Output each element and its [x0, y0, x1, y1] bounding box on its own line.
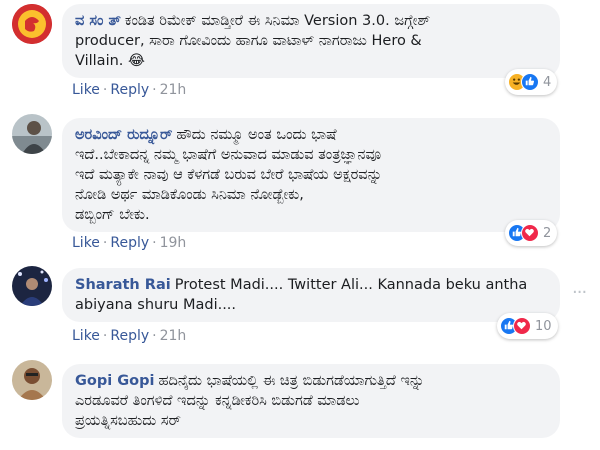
comment-bubble: ವ ಸಂ ತ್ ಕಂಡಿತ ರಿಮೇಕ್ ಮಾಡ್ತೀರೆ ಈ ಸಿನಿಮಾ Ve…	[62, 4, 560, 78]
separator: ·	[152, 328, 157, 344]
comment-line: ಹದಿನೈದು ಭಾಷೆಯಲ್ಲಿ ಈ ಚಿತ್ರ ಬಿಡುಗಡೆಯಾಗುತ್ತ…	[158, 373, 425, 389]
love-reaction-icon	[513, 317, 531, 335]
comment-bubble: Gopi Gopi ಹದಿನೈದು ಭಾಷೆಯಲ್ಲಿ ಈ ಚಿತ್ರ ಬಿಡುಗ…	[62, 364, 560, 438]
like-link[interactable]: Like	[72, 328, 100, 344]
separator: ·	[152, 235, 157, 251]
comment-actions: Like · Reply · 21h	[72, 82, 186, 98]
separator: ·	[102, 235, 108, 251]
comment-line: ನೋಡಿ ಅರ್ಥ ಮಾಡಿಕೊಂಡು ಸಿನಿಮಾ ನೋಡ್ಬೇಕು,	[75, 187, 304, 203]
comment-line: ಪ್ರಯತ್ನಿಸಬಹುದು ಸರ್	[75, 413, 181, 429]
timestamp[interactable]: 21h	[160, 328, 187, 344]
comment-author[interactable]: Sharath Rai	[75, 277, 171, 293]
comment-line: ಇದೆ..ಬೇಕಾದನ್ನ ನಮ್ಮ ಭಾಷೆಗೆ ಅನುವಾದ ಮಾಡುವ ತ…	[75, 147, 382, 163]
user-photo-icon	[12, 114, 52, 154]
page-logo-icon	[12, 4, 52, 44]
reply-link[interactable]: Reply	[110, 235, 149, 251]
more-options-icon[interactable]: ···	[572, 282, 587, 303]
comment-author[interactable]: ಅರವಿಂದ್ ರುದ್ನೂರ್	[75, 127, 172, 143]
comment-line: Protest Madi.... Twitter Ali... Kannada …	[174, 277, 528, 293]
reaction-count: 2	[543, 225, 552, 241]
comment-line: ಹೌದು ನಮ್ಮೂ ಅಂತ ಒಂದು ಭಾಷೆ	[176, 127, 337, 143]
avatar[interactable]	[12, 4, 52, 44]
separator: ·	[152, 82, 157, 98]
comment-line: ಕಂಡಿತ ರಿಮೇಕ್ ಮಾಡ್ತೀರೆ ಈ ಸಿನಿಮಾ Version 3…	[124, 13, 431, 29]
timestamp[interactable]: 21h	[160, 82, 187, 98]
separator: ·	[102, 328, 108, 344]
like-link[interactable]: Like	[72, 235, 100, 251]
love-reaction-icon	[521, 224, 539, 242]
comment-line: producer, ಸಾರಾ ಗೋವಿಂದು ಹಾಗೂ ವಾಟಾಳ್ ನಾಗರಾ…	[75, 33, 422, 49]
comment-text: Sharath Rai Protest Madi.... Twitter Ali.…	[75, 275, 547, 315]
reaction-summary[interactable]: 10	[497, 313, 558, 339]
like-link[interactable]: Like	[72, 82, 100, 98]
comment-bubble: ಅರವಿಂದ್ ರುದ್ನೂರ್ ಹೌದು ನಮ್ಮೂ ಅಂತ ಒಂದು ಭಾಷೆ…	[62, 118, 560, 232]
comment-line: ಡಬ್ಬಿಂಗ್ ಬೇಕು.	[75, 207, 150, 223]
comment-line: ಇದೆ ಮತ್ಯಾಕೇ ನಾವು ಆ ಕೆಳಗಡೆ ಬರುವ ಬೇರೆ ಭಾಷೆ…	[75, 167, 383, 183]
reply-link[interactable]: Reply	[110, 82, 149, 98]
comment-actions: Like · Reply · 19h	[72, 235, 186, 251]
comment-text: ವ ಸಂ ತ್ ಕಂಡಿತ ರಿಮೇಕ್ ಮಾಡ್ತೀರೆ ಈ ಸಿನಿಮಾ Ve…	[75, 11, 547, 71]
comment-author[interactable]: ವ ಸಂ ತ್	[75, 13, 121, 29]
user-photo-icon	[12, 360, 52, 400]
reaction-count: 10	[535, 318, 552, 334]
avatar[interactable]	[12, 114, 52, 154]
reaction-count: 4	[543, 74, 552, 90]
comment-line: abiyana shuru Madi....	[75, 297, 237, 313]
avatar[interactable]	[12, 266, 52, 306]
comment-text: ಅರವಿಂದ್ ರುದ್ನೂರ್ ಹೌದು ನಮ್ಮೂ ಅಂತ ಒಂದು ಭಾಷೆ…	[75, 125, 547, 225]
avatar[interactable]	[12, 360, 52, 400]
comment-text: Gopi Gopi ಹದಿನೈದು ಭಾಷೆಯಲ್ಲಿ ಈ ಚಿತ್ರ ಬಿಡುಗ…	[75, 371, 547, 431]
user-photo-icon	[12, 266, 52, 306]
comment-actions: Like · Reply · 21h	[72, 328, 186, 344]
reply-link[interactable]: Reply	[110, 328, 149, 344]
timestamp[interactable]: 19h	[160, 235, 187, 251]
comment-bubble: Sharath Rai Protest Madi.... Twitter Ali.…	[62, 268, 560, 322]
separator: ·	[102, 82, 108, 98]
reaction-summary[interactable]: 4	[505, 69, 558, 95]
like-reaction-icon	[521, 73, 539, 91]
comment-line: Villain. 😂	[75, 53, 145, 69]
comment-author[interactable]: Gopi Gopi	[75, 373, 154, 389]
comment-line: ಎರಡೂವರೆ ತಿಂಗಳಿದೆ ಇದನ್ನು ಕನ್ನಡೀಕರಿಸಿ ಬಿಡು…	[75, 393, 360, 409]
reaction-summary[interactable]: 2	[505, 220, 558, 246]
